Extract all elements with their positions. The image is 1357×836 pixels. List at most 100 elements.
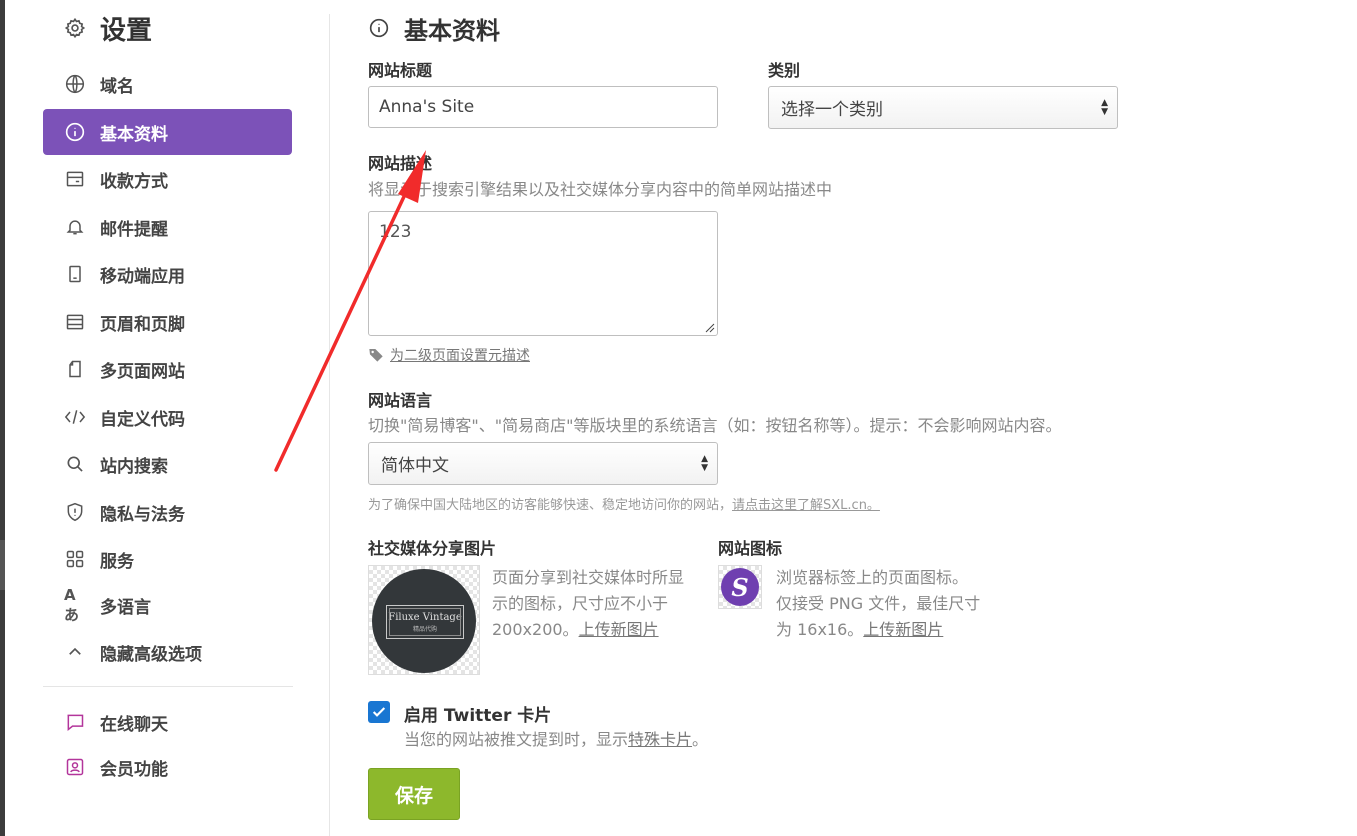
favicon-desc-line: 仅接受 PNG 文件，最佳尺寸 — [776, 594, 981, 613]
sidebar-item-basic-info[interactable]: 基本资料 — [43, 109, 292, 155]
sidebar-item-multilingual[interactable]: Aあ 多语言 — [43, 582, 292, 628]
social-image-desc-line: 页面分享到社交媒体时所显 — [492, 568, 685, 587]
favicon-preview[interactable]: S — [718, 565, 762, 609]
window-edge-handle — [0, 540, 5, 590]
tag-icon — [368, 347, 384, 363]
favicon-desc-line: 为 16x16。 — [776, 620, 864, 639]
social-image-upload-link[interactable]: 上传新图片 — [579, 620, 659, 639]
brand-logo-subtitle: 精品代购 — [412, 625, 437, 633]
language-label: 网站语言 — [368, 391, 433, 410]
social-image-label: 社交媒体分享图片 — [368, 539, 497, 558]
sidebar-item-label: 在线聊天 — [100, 714, 168, 735]
sidebar-item-label: 服务 — [100, 551, 134, 572]
sidebar-item-label: 页眉和页脚 — [100, 314, 185, 335]
code-icon — [64, 406, 86, 428]
language-hint: 切换"简易博客"、"简易商店"等版块里的系统语言（如：按钮名称等）。提示：不会影… — [368, 416, 1062, 435]
sidebar-item-domain[interactable]: 域名 — [43, 61, 292, 107]
resize-grip-icon[interactable] — [705, 323, 715, 333]
language-selected: 简体中文 — [381, 456, 449, 476]
twitter-card-description: 当您的网站被推文提到时，显示特殊卡片。 — [404, 726, 708, 750]
sidebar-title-text: 设置 — [100, 15, 153, 46]
sidebar-item-label: 域名 — [100, 76, 134, 97]
brand-logo-frame: Filuxe Vintage 精品代购 — [386, 605, 464, 639]
favicon-logo: S — [721, 568, 759, 606]
sidebar-item-payment[interactable]: 收款方式 — [43, 156, 292, 202]
favicon-description: 浏览器标签上的页面图标。 仅接受 PNG 文件，最佳尺寸 为 16x16。上传新… — [776, 565, 1016, 643]
header-footer-icon — [64, 311, 86, 333]
description-textarea[interactable]: 123 — [368, 211, 718, 336]
shield-icon — [64, 501, 86, 523]
mobile-icon — [64, 263, 86, 285]
sidebar-item-live-chat[interactable]: 在线聊天 — [43, 699, 292, 745]
sidebar-item-email-alerts[interactable]: 邮件提醒 — [43, 204, 292, 250]
save-button[interactable]: 保存 — [368, 768, 460, 820]
sidebar-item-label: 隐私与法务 — [100, 504, 185, 525]
site-title-input[interactable]: Anna's Site — [368, 86, 718, 128]
page-title-text: 基本资料 — [404, 16, 500, 45]
select-arrows-icon: ▲ ▼ — [1101, 97, 1108, 117]
sidebar-item-label: 会员功能 — [100, 759, 168, 780]
sidebar-divider — [43, 686, 293, 687]
globe-icon — [64, 73, 86, 95]
social-image-description: 页面分享到社交媒体时所显 示的图标，尺寸应不小于 200x200。上传新图片 — [492, 565, 712, 643]
grid-icon — [64, 548, 86, 570]
site-title-label: 网站标题 — [368, 61, 433, 80]
social-image-preview[interactable]: Filuxe Vintage 精品代购 — [368, 565, 480, 675]
sidebar-item-hide-advanced[interactable]: 隐藏高级选项 — [43, 629, 292, 675]
search-icon — [64, 453, 86, 475]
category-selected: 选择一个类别 — [781, 100, 883, 120]
description-label: 网站描述 — [368, 154, 433, 173]
description-value: 123 — [379, 222, 412, 242]
sidebar-item-services[interactable]: 服务 — [43, 536, 292, 582]
chat-icon — [64, 711, 86, 733]
category-label: 类别 — [768, 61, 801, 80]
sidebar-item-label: 多语言 — [100, 597, 151, 618]
sidebar-item-label: 站内搜索 — [100, 456, 168, 477]
sidebar-title: 设置 — [63, 10, 152, 46]
twitter-card-desc-text: 当您的网站被推文提到时，显示 — [404, 730, 629, 749]
sub-page-meta-link[interactable]: 为二级页面设置元描述 — [390, 345, 530, 365]
bell-icon — [64, 216, 86, 238]
language-icon: Aあ — [64, 585, 80, 624]
chevron-up-icon — [64, 641, 86, 663]
special-card-link[interactable]: 特殊卡片 — [628, 730, 692, 749]
brand-logo-name: Filuxe Vintage — [388, 611, 462, 623]
favicon-upload-link[interactable]: 上传新图片 — [863, 620, 943, 639]
twitter-card-desc-end: 。 — [692, 730, 709, 749]
pages-icon — [64, 358, 86, 380]
sidebar-item-membership[interactable]: 会员功能 — [43, 744, 292, 790]
info-icon — [368, 17, 390, 39]
sidebar-item-label: 移动端应用 — [100, 266, 185, 287]
sidebar-item-header-footer[interactable]: 页眉和页脚 — [43, 299, 292, 345]
sidebar-item-label: 邮件提醒 — [100, 219, 168, 240]
check-icon — [372, 707, 386, 717]
category-select[interactable]: 选择一个类别 ▲ ▼ — [768, 86, 1118, 129]
sidebar-item-label: 自定义代码 — [100, 409, 185, 430]
sidebar-item-label: 基本资料 — [100, 124, 168, 145]
favicon-label: 网站图标 — [718, 539, 783, 558]
language-select[interactable]: 简体中文 ▲ ▼ — [368, 442, 718, 485]
sidebar-item-site-search[interactable]: 站内搜索 — [43, 441, 292, 487]
sidebar-item-privacy-legal[interactable]: 隐私与法务 — [43, 489, 292, 535]
sxl-note-text: 为了确保中国大陆地区的访客能够快速、稳定地访问你的网站， — [368, 498, 733, 513]
social-image-desc-line: 200x200。 — [492, 620, 579, 639]
favicon-desc-line: 浏览器标签上的页面图标。 — [776, 568, 969, 587]
twitter-card-checkbox[interactable] — [368, 701, 390, 723]
info-icon — [64, 121, 86, 143]
basic-info-panel: 基本资料 网站标题 Anna's Site 类别 选择一个类别 ▲ ▼ 网站描述 … — [368, 0, 1348, 836]
social-image-desc-line: 示的图标，尺寸应不小于 — [492, 594, 669, 613]
page-title: 基本资料 — [368, 10, 500, 46]
sidebar-item-custom-code[interactable]: 自定义代码 — [43, 394, 292, 440]
select-arrows-icon: ▲ ▼ — [701, 453, 708, 473]
sidebar-separator — [329, 14, 330, 836]
payment-icon — [64, 168, 86, 190]
sidebar-item-mobile-app[interactable]: 移动端应用 — [43, 251, 292, 297]
sidebar-item-label: 收款方式 — [100, 171, 168, 192]
sxl-note: 为了确保中国大陆地区的访客能够快速、稳定地访问你的网站，请点击这里了解SXL.c… — [368, 494, 880, 513]
sxl-note-link[interactable]: 请点击这里了解SXL.cn。 — [732, 498, 880, 513]
member-icon — [64, 756, 86, 778]
sidebar-item-label: 多页面网站 — [100, 361, 185, 382]
gear-icon — [63, 16, 87, 40]
twitter-card-label[interactable]: 启用 Twitter 卡片 — [404, 701, 551, 726]
sidebar-item-multi-page[interactable]: 多页面网站 — [43, 346, 292, 392]
